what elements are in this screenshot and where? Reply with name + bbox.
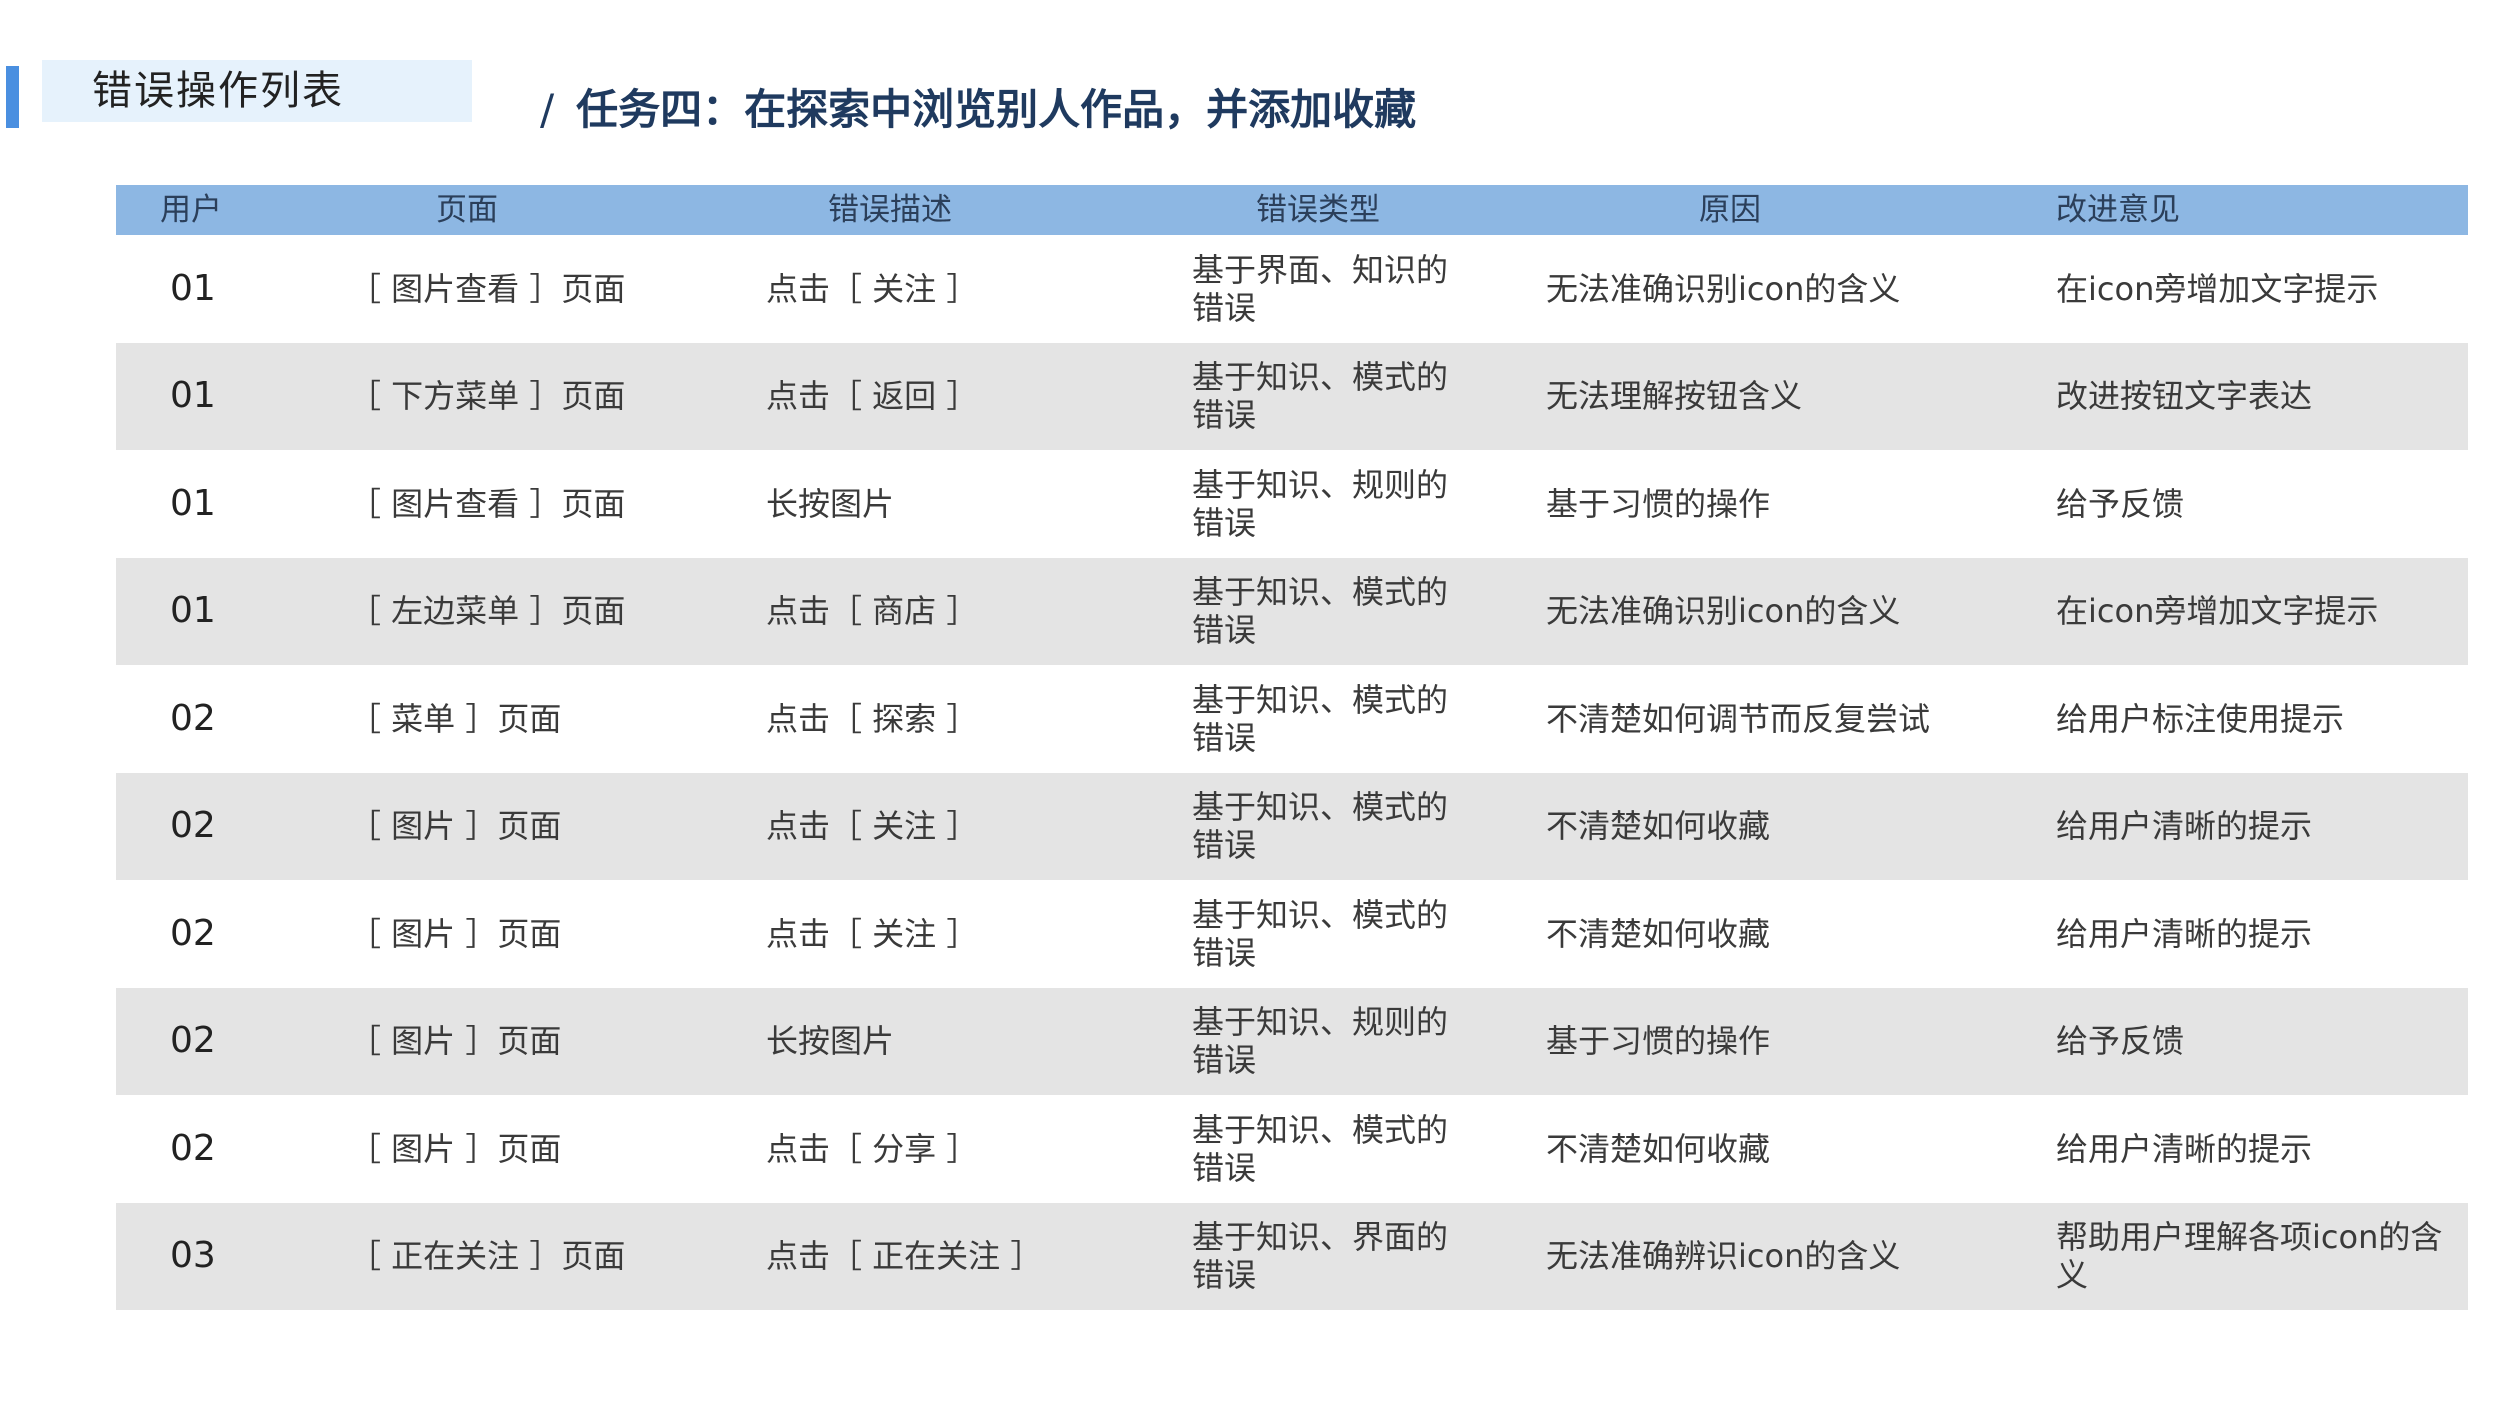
cell-page: ［ 图片 ］页面 xyxy=(349,1129,562,1168)
cell-page: ［ 正在关注 ］页面 xyxy=(349,1237,626,1276)
cell-error-description: 点击［ 分享 ］ xyxy=(766,1129,979,1168)
table-row: 03 ［ 正在关注 ］页面 点击［ 正在关注 ］ 基于知识、界面的错误 无法准确辨识ic… xyxy=(116,1202,2468,1310)
cell-error-type: 基于界面、知识的错误 xyxy=(1192,250,1449,327)
section-tag: 错误操作列表 xyxy=(42,60,472,122)
cell-error-description: 长按图片 xyxy=(766,1022,895,1061)
cell-improvement: 在icon旁增加文字提示 xyxy=(2056,269,2379,308)
cell-improvement: 帮助用户理解各项icon的含义 xyxy=(2056,1218,2443,1295)
cell-page: ［ 下方菜单 ］页面 xyxy=(349,377,626,416)
cell-improvement: 在icon旁增加文字提示 xyxy=(2056,592,2379,631)
cell-improvement: 给用户清晰的提示 xyxy=(2056,1129,2313,1168)
cell-error-description: 点击［ 返回 ］ xyxy=(766,377,979,416)
cell-cause: 基于习惯的操作 xyxy=(1546,484,1771,523)
cell-cause: 不清楚如何收藏 xyxy=(1546,914,1771,953)
cell-improvement: 给用户清晰的提示 xyxy=(2056,807,2313,846)
cell-error-description: 点击［ 关注 ］ xyxy=(766,269,979,308)
cell-error-type: 基于知识、模式的错误 xyxy=(1192,1110,1449,1187)
table-row: 01 ［ 下方菜单 ］页面 点击［ 返回 ］ 基于知识、模式的错误 无法理解按钮含义 改进… xyxy=(116,342,2468,450)
header-user: 用户 xyxy=(160,192,222,228)
cell-user: 02 xyxy=(170,697,216,739)
table-row: 02 ［ 图片 ］页面 点击［ 关注 ］ 基于知识、模式的错误 不清楚如何收藏 给用户清晰… xyxy=(116,880,2468,988)
cell-user: 01 xyxy=(170,482,216,524)
cell-cause: 不清楚如何收藏 xyxy=(1546,1129,1771,1168)
header-error-description: 错误描述 xyxy=(828,192,952,228)
title-slash: / xyxy=(540,85,555,134)
cell-user: 02 xyxy=(170,1127,216,1169)
cell-error-type: 基于知识、界面的错误 xyxy=(1192,1218,1449,1295)
cell-cause: 不清楚如何收藏 xyxy=(1546,807,1771,846)
table-body: 01 ［ 图片查看 ］页面 点击［ 关注 ］ 基于界面、知识的错误 无法准确识别icon… xyxy=(116,235,2468,1310)
cell-user: 01 xyxy=(170,375,216,417)
cell-cause: 无法理解按钮含义 xyxy=(1546,377,1803,416)
cell-cause: 无法准确辨识icon的含义 xyxy=(1546,1237,1901,1276)
cell-cause: 无法准确识别icon的含义 xyxy=(1546,592,1901,631)
cell-page: ［ 图片查看 ］页面 xyxy=(349,484,626,523)
cell-page: ［ 图片 ］页面 xyxy=(349,1022,562,1061)
cell-page: ［ 图片 ］页面 xyxy=(349,807,562,846)
cell-cause: 不清楚如何调节而反复尝试 xyxy=(1546,699,1931,738)
cell-cause: 无法准确识别icon的含义 xyxy=(1546,269,1901,308)
cell-error-description: 点击［ 商店 ］ xyxy=(766,592,979,631)
table-row: 01 ［ 左边菜单 ］页面 点击［ 商店 ］ 基于知识、模式的错误 无法准确识别icon… xyxy=(116,557,2468,665)
cell-error-description: 点击［ 关注 ］ xyxy=(766,807,979,846)
cell-improvement: 给用户标注使用提示 xyxy=(2056,699,2345,738)
table-row: 01 ［ 图片查看 ］页面 长按图片 基于知识、规则的错误 基于习惯的操作 给予反馈 xyxy=(116,450,2468,558)
cell-user: 02 xyxy=(170,1020,216,1062)
cell-error-description: 点击［ 正在关注 ］ xyxy=(766,1237,1043,1276)
header-page: 页面 xyxy=(436,192,498,228)
cell-error-description: 长按图片 xyxy=(766,484,895,523)
cell-user: 03 xyxy=(170,1235,216,1277)
table-row: 02 ［ 图片 ］页面 点击［ 关注 ］ 基于知识、模式的错误 不清楚如何收藏 给用户清晰… xyxy=(116,772,2468,880)
task-title-text: 任务四：在探索中浏览别人作品，并添加收藏 xyxy=(576,85,1417,134)
cell-page: ［ 图片查看 ］页面 xyxy=(349,269,626,308)
cell-error-description: 点击［ 探索 ］ xyxy=(766,699,979,738)
cell-user: 01 xyxy=(170,590,216,632)
table-row: 02 ［ 图片 ］页面 点击［ 分享 ］ 基于知识、模式的错误 不清楚如何收藏 给用户清晰… xyxy=(116,1095,2468,1203)
cell-improvement: 给用户清晰的提示 xyxy=(2056,914,2313,953)
cell-error-type: 基于知识、规则的错误 xyxy=(1192,1003,1449,1080)
table-row: 01 ［ 图片查看 ］页面 点击［ 关注 ］ 基于界面、知识的错误 无法准确识别icon… xyxy=(116,235,2468,343)
table-header: 用户 页面 错误描述 错误类型 原因 改进意见 xyxy=(116,185,2468,235)
cell-error-type: 基于知识、模式的错误 xyxy=(1192,358,1449,435)
table-row: 02 ［ 菜单 ］页面 点击［ 探索 ］ 基于知识、模式的错误 不清楚如何调节而反复尝试… xyxy=(116,665,2468,773)
cell-user: 01 xyxy=(170,267,216,309)
header-improvement: 改进意见 xyxy=(2056,192,2180,228)
cell-error-type: 基于知识、模式的错误 xyxy=(1192,788,1449,865)
cell-improvement: 给予反馈 xyxy=(2056,484,2185,523)
header-error-type: 错误类型 xyxy=(1256,192,1380,228)
error-table: 用户 页面 错误描述 错误类型 原因 改进意见 01 ［ 图片查看 ］页面 点击［ … xyxy=(116,185,2468,1310)
cell-error-description: 点击［ 关注 ］ xyxy=(766,914,979,953)
cell-error-type: 基于知识、规则的错误 xyxy=(1192,465,1449,542)
cell-user: 02 xyxy=(170,912,216,954)
cell-cause: 基于习惯的操作 xyxy=(1546,1022,1771,1061)
cell-user: 02 xyxy=(170,805,216,847)
cell-error-type: 基于知识、模式的错误 xyxy=(1192,680,1449,757)
cell-page: ［ 图片 ］页面 xyxy=(349,914,562,953)
task-title: / 任务四：在探索中浏览别人作品，并添加收藏 xyxy=(540,76,1416,137)
cell-error-type: 基于知识、模式的错误 xyxy=(1192,573,1449,650)
cell-page: ［ 菜单 ］页面 xyxy=(349,699,562,738)
cell-page: ［ 左边菜单 ］页面 xyxy=(349,592,626,631)
cell-improvement: 改进按钮文字表达 xyxy=(2056,377,2313,416)
cell-error-type: 基于知识、模式的错误 xyxy=(1192,895,1449,972)
cell-improvement: 给予反馈 xyxy=(2056,1022,2185,1061)
accent-bar xyxy=(6,66,19,128)
table-row: 02 ［ 图片 ］页面 长按图片 基于知识、规则的错误 基于习惯的操作 给予反馈 xyxy=(116,987,2468,1095)
